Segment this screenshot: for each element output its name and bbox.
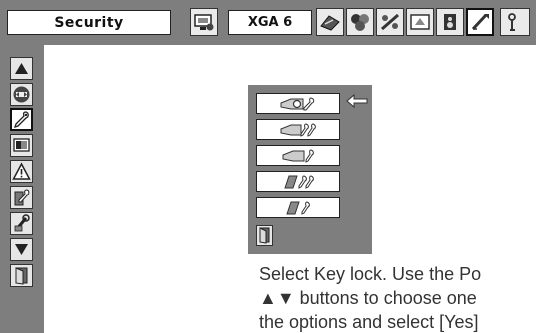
- pin-code-icon[interactable]: [10, 186, 33, 209]
- security-submenu: [248, 85, 372, 254]
- pin-change-option[interactable]: [256, 197, 340, 218]
- instruction-text: Select Key lock. Use the Po ▲▼ buttons t…: [259, 262, 536, 333]
- image-select-icon[interactable]: [316, 8, 344, 36]
- key-lock-remote-option[interactable]: [256, 145, 340, 166]
- submenu-exit-icon[interactable]: [256, 225, 273, 246]
- key-lock-icon[interactable]: [10, 108, 33, 131]
- side-menu: [0, 45, 44, 333]
- instruction-line-3: the options and select [Yes]: [259, 312, 479, 332]
- info-icon[interactable]: [500, 8, 530, 36]
- pin-change-icon: [286, 200, 310, 215]
- keystone-icon[interactable]: [406, 8, 434, 36]
- key-lock-off-icon: [280, 96, 315, 110]
- scroll-up-icon[interactable]: [10, 57, 33, 80]
- instruction-line-2: ▲▼ buttons to choose one: [259, 288, 477, 308]
- key-lock-projector-icon: [280, 122, 316, 137]
- auto-icon[interactable]: [10, 83, 33, 106]
- warning-icon[interactable]: [10, 160, 33, 183]
- monitor-icon[interactable]: [10, 134, 33, 157]
- key-lock-projector-option[interactable]: [256, 119, 340, 140]
- pin-lock-option[interactable]: [256, 171, 340, 192]
- key-lock-remote-icon: [282, 148, 314, 163]
- pin-lock-icon: [284, 174, 314, 189]
- menu-title: Security: [7, 10, 171, 35]
- scroll-down-icon[interactable]: [10, 238, 33, 261]
- key-lock-off-option[interactable]: [256, 93, 340, 114]
- instruction-line-1: Select Key lock. Use the Po: [259, 264, 482, 284]
- top-menu-bar: Security XGA 6: [0, 0, 536, 45]
- pointer-arrow-icon: [346, 93, 368, 109]
- tools-icon[interactable]: [10, 212, 33, 235]
- pc-system-value: XGA 6: [228, 10, 312, 35]
- exit-icon[interactable]: [10, 264, 33, 287]
- image-adjust-icon[interactable]: [346, 8, 374, 36]
- setting-icon[interactable]: [466, 8, 494, 36]
- pc-adjust-icon[interactable]: [190, 8, 218, 36]
- sound-icon[interactable]: [436, 8, 464, 36]
- screen-icon[interactable]: [376, 8, 404, 36]
